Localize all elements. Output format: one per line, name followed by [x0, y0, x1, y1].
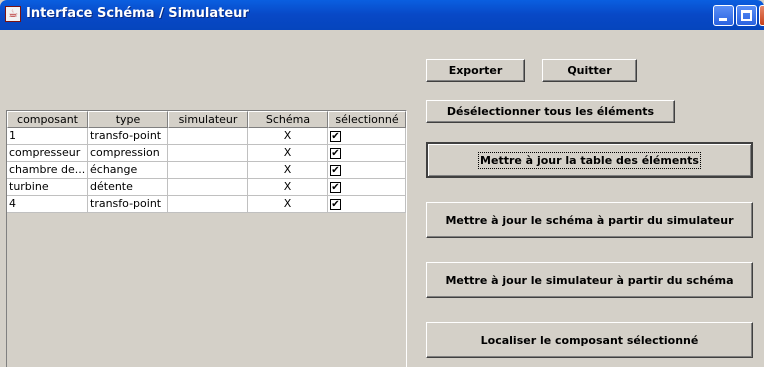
checkmark-icon[interactable]: ✔ [330, 131, 341, 142]
cell-type[interactable]: transfo-point [88, 196, 168, 213]
update-schema-button-label: Mettre à jour le schéma à partir du simu… [445, 213, 734, 227]
update-table-button-label: Mettre à jour la table des éléments [478, 151, 701, 169]
table-row[interactable]: chambre de... échange X ✔ [7, 162, 406, 179]
table-header: composant type simulateur Schéma sélecti… [7, 111, 406, 128]
cell-simulateur[interactable] [168, 145, 248, 162]
column-header-selectionne[interactable]: sélectionné [328, 111, 406, 128]
minimize-icon [719, 18, 727, 21]
locate-component-button[interactable]: Localiser le composant sélectionné [426, 322, 753, 358]
cell-simulateur[interactable] [168, 196, 248, 213]
close-button[interactable] [759, 5, 764, 26]
window-title: Interface Schéma / Simulateur [26, 6, 249, 21]
export-button[interactable]: Exporter [426, 59, 525, 82]
update-simulator-button[interactable]: Mettre à jour le simulateur à partir du … [426, 262, 753, 298]
quit-button[interactable]: Quitter [542, 59, 637, 82]
cell-composant[interactable]: chambre de... [7, 162, 88, 179]
cell-type[interactable]: détente [88, 179, 168, 196]
table-row[interactable]: turbine détente X ✔ [7, 179, 406, 196]
deselect-all-button-label: Désélectionner tous les éléments [446, 105, 655, 118]
update-table-button[interactable]: Mettre à jour la table des éléments [426, 142, 753, 178]
cell-schema[interactable]: X [248, 128, 328, 145]
cell-selectionne[interactable]: ✔ [328, 162, 406, 179]
minimize-button[interactable] [713, 5, 734, 26]
update-schema-button[interactable]: Mettre à jour le schéma à partir du simu… [426, 202, 753, 238]
cell-composant[interactable]: turbine [7, 179, 88, 196]
maximize-button[interactable] [736, 5, 757, 26]
checkmark-icon[interactable]: ✔ [330, 165, 341, 176]
content-panel: composant type simulateur Schéma sélecti… [0, 30, 764, 367]
cell-simulateur[interactable] [168, 162, 248, 179]
column-header-schema[interactable]: Schéma [248, 111, 328, 128]
cell-schema[interactable]: X [248, 196, 328, 213]
table-row[interactable]: compresseur compression X ✔ [7, 145, 406, 162]
cell-composant[interactable]: 4 [7, 196, 88, 213]
cell-selectionne[interactable]: ✔ [328, 179, 406, 196]
quit-button-label: Quitter [567, 64, 612, 77]
cell-type[interactable]: échange [88, 162, 168, 179]
title-bar[interactable]: ☕ Interface Schéma / Simulateur [0, 0, 764, 30]
update-simulator-button-label: Mettre à jour le simulateur à partir du … [445, 273, 734, 287]
deselect-all-button[interactable]: Désélectionner tous les éléments [426, 100, 675, 123]
cell-schema[interactable]: X [248, 162, 328, 179]
cell-selectionne[interactable]: ✔ [328, 196, 406, 213]
checkmark-icon[interactable]: ✔ [330, 182, 341, 193]
cell-selectionne[interactable]: ✔ [328, 128, 406, 145]
cell-simulateur[interactable] [168, 179, 248, 196]
maximize-icon [741, 10, 752, 21]
checkmark-icon[interactable]: ✔ [330, 148, 341, 159]
table-row[interactable]: 4 transfo-point X ✔ [7, 196, 406, 213]
column-header-composant[interactable]: composant [7, 111, 88, 128]
table-row[interactable]: 1 transfo-point X ✔ [7, 128, 406, 145]
components-table: composant type simulateur Schéma sélecti… [6, 110, 407, 367]
cell-schema[interactable]: X [248, 145, 328, 162]
cell-composant[interactable]: compresseur [7, 145, 88, 162]
export-button-label: Exporter [448, 64, 503, 77]
cell-composant[interactable]: 1 [7, 128, 88, 145]
java-cup-icon[interactable]: ☕ [5, 6, 21, 22]
checkmark-icon[interactable]: ✔ [330, 199, 341, 210]
locate-component-button-label: Localiser le composant sélectionné [480, 333, 699, 347]
column-header-simulateur[interactable]: simulateur [168, 111, 248, 128]
cell-simulateur[interactable] [168, 128, 248, 145]
table-body: 1 transfo-point X ✔ compresseur compress… [7, 128, 406, 213]
cell-selectionne[interactable]: ✔ [328, 145, 406, 162]
cell-schema[interactable]: X [248, 179, 328, 196]
cell-type[interactable]: transfo-point [88, 128, 168, 145]
cell-type[interactable]: compression [88, 145, 168, 162]
column-header-type[interactable]: type [88, 111, 168, 128]
